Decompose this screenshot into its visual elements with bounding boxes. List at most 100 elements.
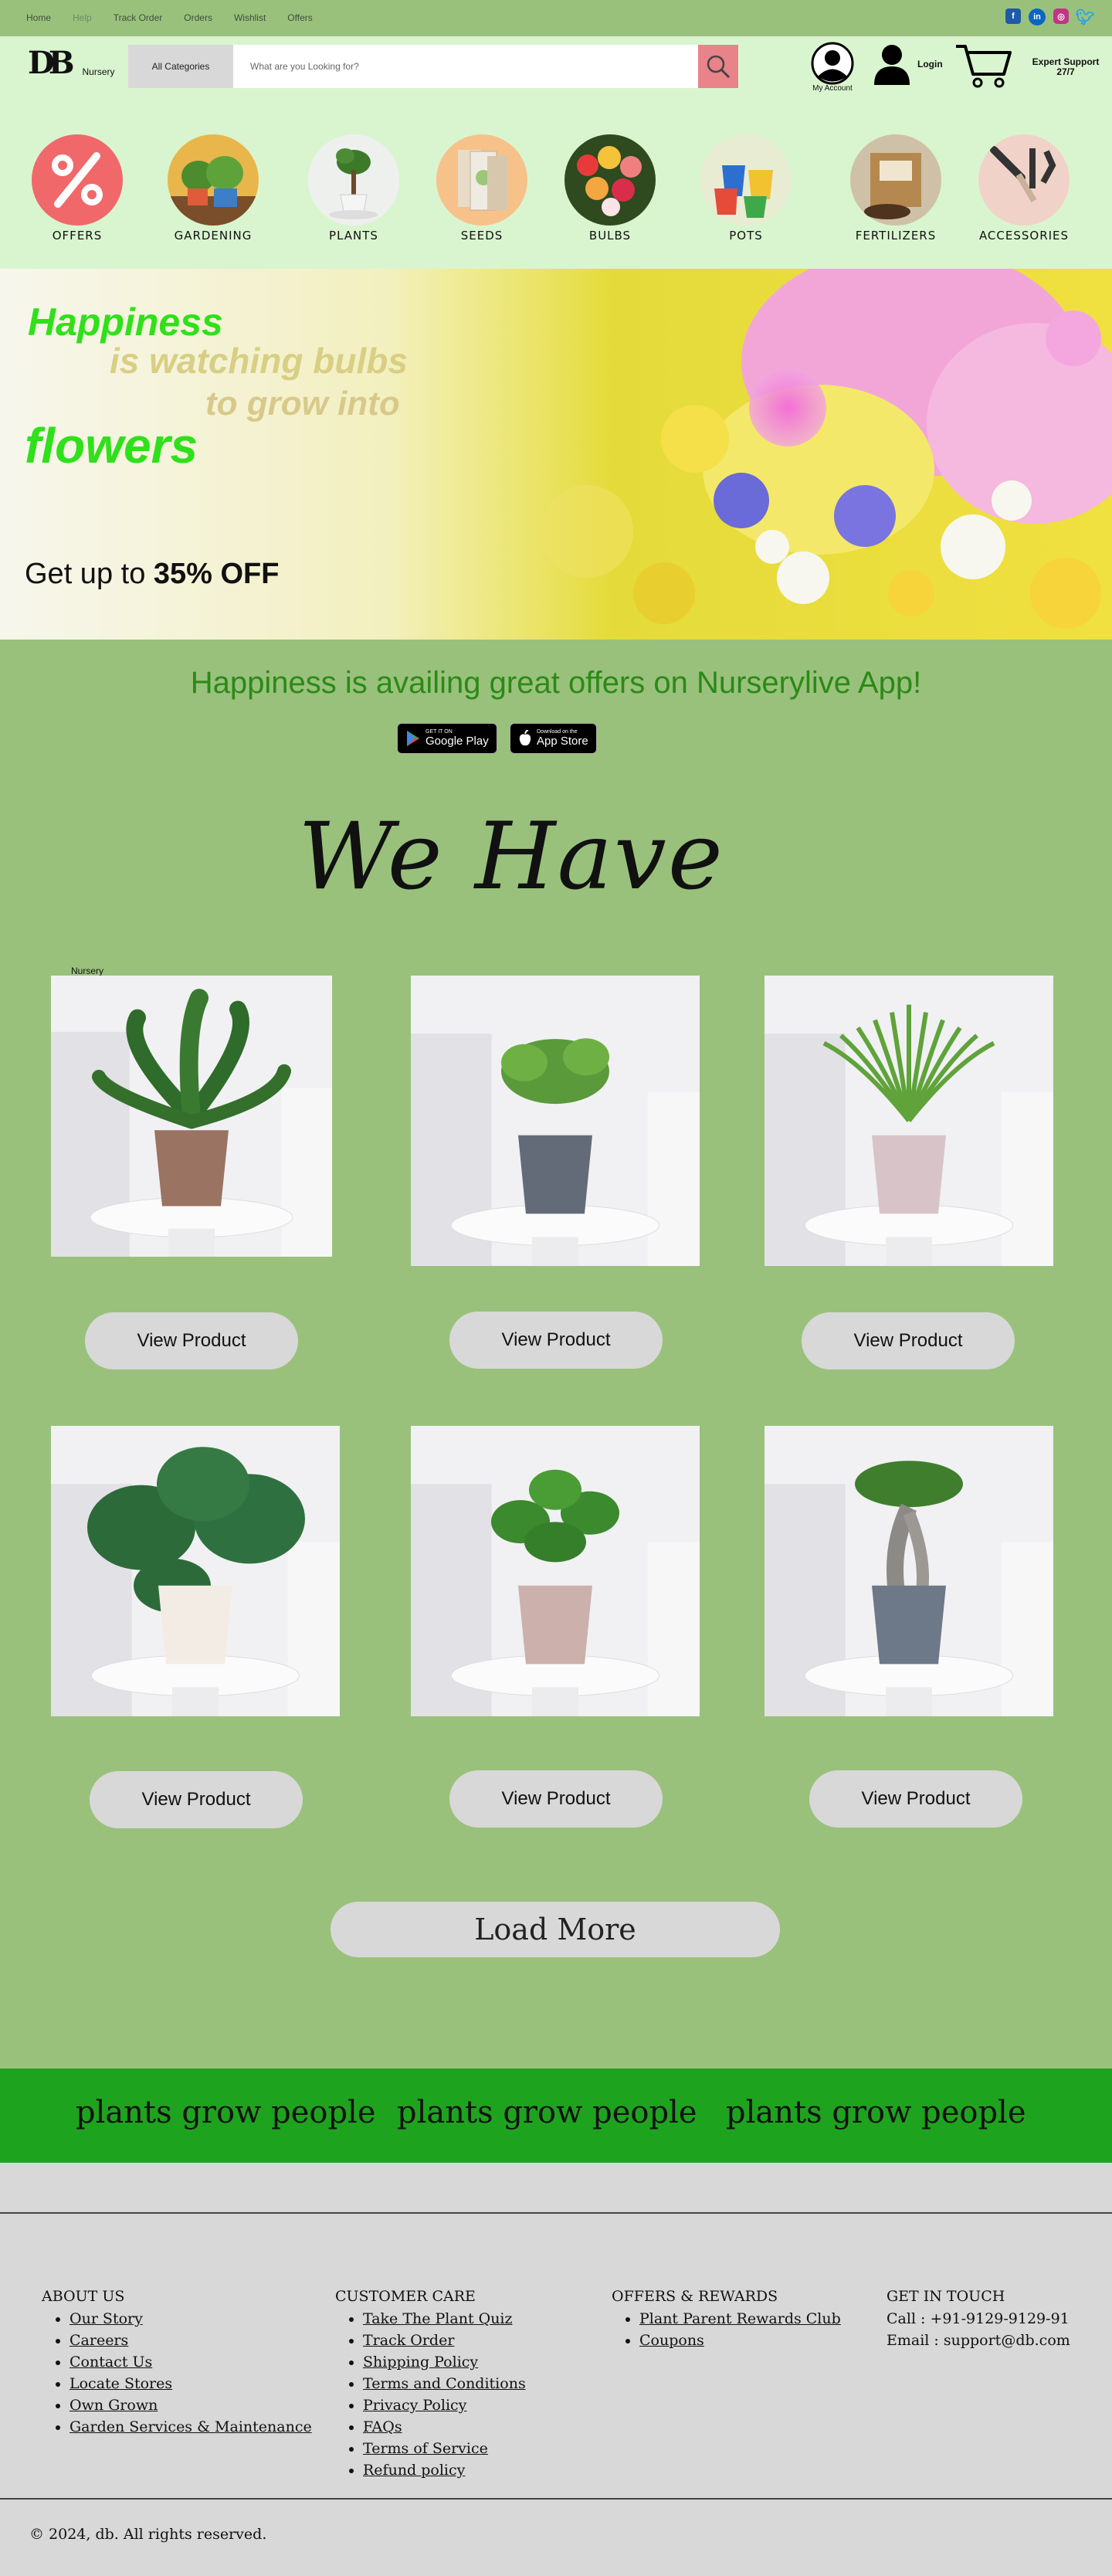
app-store-button[interactable]: Download on the App Store xyxy=(510,723,597,754)
banner-line-2: is watching bulbs xyxy=(110,341,408,381)
footer-link-coupons[interactable]: Coupons xyxy=(639,2332,704,2349)
banner-line-1: Happiness xyxy=(28,300,223,344)
nav-home[interactable]: Home xyxy=(26,12,51,23)
view-product-button[interactable]: View Product xyxy=(809,1770,1022,1828)
category-dropdown[interactable]: All Categories xyxy=(128,45,233,88)
footer: ABOUT US Our Story Careers Contact Us Lo… xyxy=(0,2163,1112,2576)
footer-link-track-order[interactable]: Track Order xyxy=(363,2332,454,2349)
bulbs-image xyxy=(564,134,656,226)
nav-offers[interactable]: Offers xyxy=(287,12,312,23)
footer-link-refund[interactable]: Refund policy xyxy=(363,2462,465,2479)
instagram-icon[interactable]: ◎ xyxy=(1053,8,1069,24)
view-product-button[interactable]: View Product xyxy=(802,1312,1015,1369)
footer-link-garden-services[interactable]: Garden Services & Maintenance xyxy=(70,2418,312,2435)
login[interactable]: Login xyxy=(873,43,943,85)
nav-wishlist[interactable]: Wishlist xyxy=(234,12,266,23)
plant-image xyxy=(411,976,700,1266)
category-plants[interactable]: PLANTS xyxy=(300,134,408,243)
footer-about: ABOUT US Our Story Careers Contact Us Lo… xyxy=(42,2288,312,2438)
product-card[interactable] xyxy=(51,1426,340,1716)
google-big: Google Play xyxy=(425,735,489,748)
plant-image xyxy=(764,976,1053,1266)
logo-text: Nursery xyxy=(82,66,115,77)
nav-orders[interactable]: Orders xyxy=(184,12,212,23)
top-bar: Home Help Track Order Orders Wishlist Of… xyxy=(0,0,1112,37)
view-product-button[interactable]: View Product xyxy=(449,1312,663,1369)
banner-line-3: to grow into xyxy=(205,385,400,423)
copyright: © 2024, db. All rights reserved. xyxy=(29,2526,267,2543)
expert-support[interactable]: Expert Support 27/7 xyxy=(1027,57,1104,77)
footer-contact: GET IN TOUCH Call : +91-9129-9129-91 Ema… xyxy=(887,2288,1070,2351)
accessories-image xyxy=(978,134,1070,226)
logo[interactable]: DB Nursery xyxy=(28,48,115,79)
footer-link-terms[interactable]: Terms and Conditions xyxy=(363,2375,526,2392)
offer-prefix: Get up to xyxy=(25,558,154,590)
category-pots[interactable]: POTS xyxy=(692,134,800,243)
gardening-image xyxy=(168,134,259,226)
nav-help[interactable]: Help xyxy=(73,12,92,23)
footer-link-locate-stores[interactable]: Locate Stores xyxy=(70,2375,172,2392)
product-card[interactable] xyxy=(51,976,332,1257)
footer-phone: Call : +91-9129-9129-91 xyxy=(887,2310,1070,2327)
footer-link-rewards-club[interactable]: Plant Parent Rewards Club xyxy=(639,2310,841,2327)
product-card[interactable] xyxy=(764,1426,1053,1716)
footer-link-plant-quiz[interactable]: Take The Plant Quiz xyxy=(363,2310,513,2327)
footer-link-faqs[interactable]: FAQs xyxy=(363,2418,402,2435)
seeds-image xyxy=(436,134,527,226)
category-offers[interactable]: OFFERS xyxy=(23,134,131,243)
footer-link-own-grown[interactable]: Own Grown xyxy=(70,2397,158,2414)
category-label: PLANTS xyxy=(329,229,378,243)
view-product-button[interactable]: View Product xyxy=(85,1312,298,1369)
footer-email: Email : support@db.com xyxy=(887,2332,1070,2349)
view-product-button[interactable]: View Product xyxy=(90,1771,303,1828)
hero-banner[interactable]: Happiness is watching bulbs to grow into… xyxy=(0,269,1112,640)
tagline-strip: plants grow people plants grow people pl… xyxy=(0,2069,1112,2163)
apple-big: App Store xyxy=(537,735,588,748)
product-card[interactable] xyxy=(411,976,700,1266)
linkedin-icon[interactable]: in xyxy=(1029,8,1046,25)
facebook-icon[interactable]: f xyxy=(1005,8,1021,24)
plant-image xyxy=(51,1426,340,1716)
footer-divider xyxy=(0,2498,1112,2500)
nav-track-order[interactable]: Track Order xyxy=(114,12,163,23)
category-label: GARDENING xyxy=(174,229,253,243)
my-account-label: My Account xyxy=(812,84,853,93)
footer-link-shipping[interactable]: Shipping Policy xyxy=(363,2354,478,2371)
category-bulbs[interactable]: BULBS xyxy=(556,134,664,243)
cart-button[interactable] xyxy=(954,42,1013,93)
category-label: BULBS xyxy=(588,229,632,243)
category-seeds[interactable]: SEEDS xyxy=(428,134,536,243)
google-play-button[interactable]: GET IT ON Google Play xyxy=(397,723,497,754)
category-fertilizers[interactable]: FERTILIZERS xyxy=(842,134,950,243)
category-accessories[interactable]: ACCESSORIES xyxy=(970,134,1078,243)
category-gardening[interactable]: GARDENING xyxy=(159,134,267,243)
category-label: POTS xyxy=(729,229,763,243)
logo-mark: DB xyxy=(28,45,74,81)
tagline: plants grow people xyxy=(76,2095,376,2130)
footer-link-terms-of-service[interactable]: Terms of Service xyxy=(363,2440,488,2457)
view-product-button[interactable]: View Product xyxy=(449,1770,663,1828)
footer-link-our-story[interactable]: Our Story xyxy=(70,2310,143,2327)
footer-heading: CUSTOMER CARE xyxy=(335,2288,476,2305)
category-label: SEEDS xyxy=(460,229,503,243)
search-icon xyxy=(707,55,731,79)
plant-image xyxy=(764,1426,1053,1716)
footer-link-careers[interactable]: Careers xyxy=(70,2332,128,2349)
category-strip: OFFERS GARDENING PLANTS SEEDS BULBS POTS xyxy=(0,94,1112,269)
twitter-icon[interactable]: 🐦︎ xyxy=(1075,8,1094,26)
footer-offers: OFFERS & REWARDS Plant Parent Rewards Cl… xyxy=(612,2288,841,2351)
footer-link-contact[interactable]: Contact Us xyxy=(70,2354,152,2371)
search-button[interactable] xyxy=(698,45,738,88)
footer-link-privacy[interactable]: Privacy Policy xyxy=(363,2397,466,2414)
my-account[interactable]: My Account xyxy=(808,42,857,93)
plant-image xyxy=(51,976,332,1257)
section-title: We Have xyxy=(298,803,724,911)
fertilizers-image xyxy=(850,134,941,226)
search-input[interactable] xyxy=(233,45,698,88)
category-label: FERTILIZERS xyxy=(855,229,937,243)
load-more-button[interactable]: Load More xyxy=(331,1902,780,1957)
product-card[interactable] xyxy=(764,976,1053,1266)
app-promo-text: Happiness is availing great offers on Nu… xyxy=(190,666,922,700)
tagline: plants grow people xyxy=(397,2095,697,2130)
product-card[interactable] xyxy=(411,1426,700,1716)
